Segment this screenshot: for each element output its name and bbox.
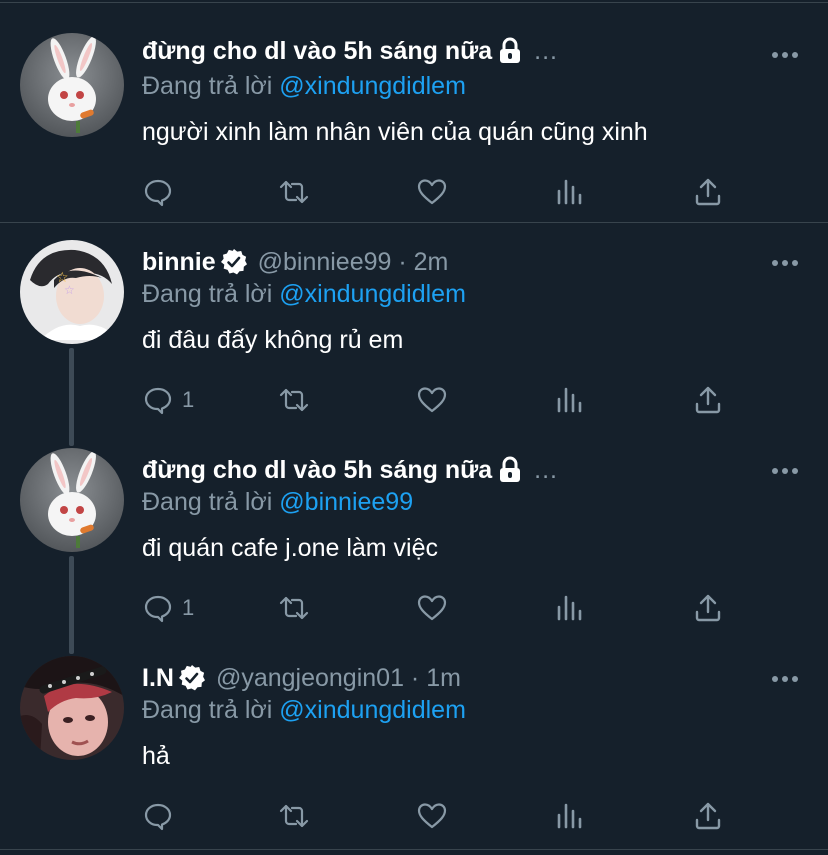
avatar[interactable]: ☆ ☆ — [20, 240, 124, 344]
reply-icon — [144, 803, 172, 831]
reply-button[interactable] — [142, 174, 182, 210]
tweet-divider — [0, 222, 828, 223]
replying-to: Đang trả lời @binniee99 — [142, 488, 414, 516]
tweet-text: đi đâu đấy không rủ em — [142, 326, 404, 354]
analytics-button[interactable] — [554, 382, 586, 418]
tweet-actions — [142, 174, 742, 210]
tweet-text: người xinh làm nhân viên của quán cũng x… — [142, 118, 648, 146]
tweet[interactable]: ☆ ☆ binnie @binniee99 · 2m Đang trả lời … — [0, 240, 828, 450]
tweet-divider — [0, 849, 828, 850]
retweet-button[interactable] — [278, 590, 310, 626]
tweet[interactable]: đừng cho dl vào 5h sáng nữa ... Đang trả… — [0, 0, 828, 222]
share-icon — [695, 178, 721, 206]
more-options-icon[interactable] — [770, 671, 800, 682]
like-button[interactable] — [416, 382, 448, 418]
heart-icon — [417, 179, 447, 205]
heart-icon — [417, 595, 447, 621]
reply-icon — [144, 387, 172, 415]
reply-count: 1 — [182, 595, 195, 620]
like-button[interactable] — [416, 174, 448, 210]
lock-icon — [498, 456, 522, 484]
reply-button[interactable] — [142, 798, 182, 834]
display-name[interactable]: đừng cho dl vào 5h sáng nữa — [142, 456, 492, 485]
retweet-icon — [279, 596, 309, 620]
retweet-button[interactable] — [278, 174, 310, 210]
share-button[interactable] — [692, 174, 724, 210]
name-ellipsis: ... — [534, 455, 558, 484]
mention-link[interactable]: @binniee99 — [279, 488, 413, 516]
retweet-icon — [279, 388, 309, 412]
tweet-actions: 1 — [142, 382, 742, 418]
analytics-button[interactable] — [554, 590, 586, 626]
heart-icon — [417, 387, 447, 413]
analytics-icon — [557, 803, 582, 829]
verified-icon — [220, 248, 248, 276]
reply-icon — [144, 595, 172, 623]
retweet-button[interactable] — [278, 382, 310, 418]
avatar[interactable] — [20, 448, 124, 552]
handle-and-time[interactable]: @yangjeongin01 · 1m — [216, 664, 461, 693]
tweet-header: I.N @yangjeongin01 · 1m — [142, 661, 461, 695]
tweet-text: đi quán cafe j.one làm việc — [142, 534, 439, 562]
handle-and-time[interactable]: @binniee99 · 2m — [258, 248, 449, 277]
lock-icon — [498, 37, 522, 65]
mention-link[interactable]: @xindungdidlem — [279, 696, 466, 724]
retweet-icon — [279, 180, 309, 204]
tweet[interactable]: đừng cho dl vào 5h sáng nữa ... Đang trả… — [0, 448, 828, 658]
more-options-icon[interactable] — [770, 463, 800, 474]
tweet-text: hả — [142, 742, 170, 770]
tweet-header: binnie @binniee99 · 2m — [142, 245, 448, 279]
share-button[interactable] — [692, 590, 724, 626]
heart-icon — [417, 803, 447, 829]
like-button[interactable] — [416, 590, 448, 626]
retweet-icon — [279, 804, 309, 828]
display-name[interactable]: đừng cho dl vào 5h sáng nữa — [142, 37, 492, 66]
reply-button[interactable]: 1 — [142, 590, 194, 626]
share-button[interactable] — [692, 798, 724, 834]
avatar[interactable] — [20, 656, 124, 760]
analytics-icon — [557, 179, 582, 205]
tweet-actions — [142, 798, 742, 834]
reply-count: 1 — [182, 387, 195, 412]
share-button[interactable] — [692, 382, 724, 418]
analytics-button[interactable] — [554, 798, 586, 834]
share-icon — [695, 802, 721, 830]
display-name[interactable]: binnie — [142, 248, 216, 277]
reply-button[interactable]: 1 — [142, 382, 194, 418]
replying-to: Đang trả lời @xindungdidlem — [142, 280, 466, 308]
more-options-icon[interactable] — [770, 255, 800, 266]
name-ellipsis: ... — [534, 36, 558, 65]
verified-icon — [178, 664, 206, 692]
mention-link[interactable]: @xindungdidlem — [279, 72, 466, 100]
more-options-icon[interactable] — [770, 47, 800, 58]
retweet-button[interactable] — [278, 798, 310, 834]
analytics-icon — [557, 387, 582, 413]
share-icon — [695, 386, 721, 414]
like-button[interactable] — [416, 798, 448, 834]
mention-link[interactable]: @xindungdidlem — [279, 280, 466, 308]
replying-to: Đang trả lời @xindungdidlem — [142, 696, 466, 724]
replying-to: Đang trả lời @xindungdidlem — [142, 72, 466, 100]
svg-text:☆: ☆ — [64, 283, 75, 297]
tweet-header: đừng cho dl vào 5h sáng nữa ... — [142, 34, 558, 68]
display-name[interactable]: I.N — [142, 664, 174, 693]
analytics-icon — [557, 595, 582, 621]
tweet-actions: 1 — [142, 590, 742, 626]
analytics-button[interactable] — [554, 174, 586, 210]
avatar[interactable] — [20, 33, 124, 137]
reply-icon — [144, 179, 172, 207]
tweet[interactable]: I.N @yangjeongin01 · 1m Đang trả lời @xi… — [0, 656, 828, 846]
share-icon — [695, 594, 721, 622]
tweet-header: đừng cho dl vào 5h sáng nữa ... — [142, 453, 558, 487]
